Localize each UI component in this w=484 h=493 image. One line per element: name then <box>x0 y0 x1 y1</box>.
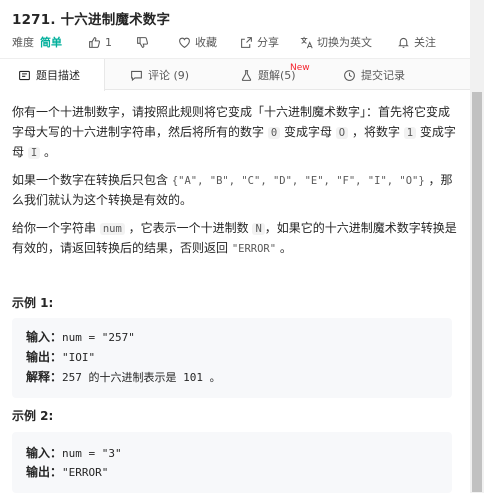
favorite-button[interactable]: 收藏 <box>178 34 217 50</box>
text-span: 母 <box>12 145 28 159</box>
inline-code: "ERROR" <box>231 243 277 255</box>
dislike-button[interactable] <box>136 36 149 49</box>
document-icon <box>18 69 31 82</box>
problem-meta-bar: 难度 简单 1 收藏 分享 切换为英文 关注 <box>12 34 436 50</box>
switch-language-label: 切换为英文 <box>317 36 372 49</box>
translate-icon <box>300 36 313 49</box>
flask-icon <box>240 69 253 82</box>
inline-code: num <box>99 223 125 235</box>
example-1-input: 输入：num = "257" <box>26 328 135 345</box>
text-span: 。 <box>276 241 292 255</box>
inline-code: 1 <box>403 127 417 139</box>
output-label: 输出： <box>26 350 63 364</box>
follow-button[interactable]: 关注 <box>397 34 436 50</box>
difficulty-label: 难度 <box>12 36 34 49</box>
bell-icon <box>397 36 410 49</box>
input-value: num = "257" <box>62 331 135 344</box>
description-line: 么我们就认为这个转换是有效的。 <box>12 192 452 209</box>
input-label: 输入： <box>26 446 63 460</box>
example-1-title: 示例 1: <box>12 296 54 310</box>
like-button[interactable]: 1 <box>88 36 112 49</box>
tab-description-label: 题目描述 <box>36 69 80 82</box>
description-line: 母 I 。 <box>12 144 452 162</box>
text-span: ，那 <box>424 173 453 187</box>
inline-code: I <box>27 147 41 159</box>
text-span: 变成字母 <box>280 125 336 139</box>
tab-comments[interactable]: 评论 (9) <box>130 59 189 91</box>
explain-value: 257 的十六进制表示是 101 。 <box>62 371 221 384</box>
thumbs-down-icon <box>136 36 149 49</box>
example-1-box: 输入：num = "257" 输出："IOI" 解释：257 的十六进制表示是 … <box>12 318 452 398</box>
output-value: "ERROR" <box>62 466 109 479</box>
input-label: 输入： <box>26 330 63 344</box>
description-line: 如果一个数字在转换后只包含 {"A", "B", "C", "D", "E", … <box>12 172 453 190</box>
description-line: 你有一个十进制数字，请按照此规则将它变成「十六进制魔术数字」：首先将它变成 <box>12 104 452 121</box>
tab-submissions-label: 提交记录 <box>361 69 405 82</box>
scrollbar-thumb[interactable] <box>472 92 482 492</box>
text-span: 你有一个十进制数字，请按照此规则将它变成「十六进制魔术数字」：首先将它变成 <box>12 105 451 119</box>
description-line: 字母大写的十六进制字符串，然后将所有的数字 0 变成字母 O ，将数字 1 变成… <box>12 124 456 142</box>
example-2-box: 输入：num = "3" 输出："ERROR" <box>12 432 452 493</box>
description-line: 给你一个字符串 num ，它表示一个十进制数 N ，如果它的十六进制魔术数字转换是 <box>12 220 457 238</box>
text-span: ，它表示一个十进制数 <box>124 221 253 235</box>
share-button[interactable]: 分享 <box>240 34 279 50</box>
text-span: ，将数字 <box>348 125 404 139</box>
input-value: num = "3" <box>62 447 122 460</box>
favorite-label: 收藏 <box>195 36 217 49</box>
new-badge: New <box>290 63 310 73</box>
tab-bar: 题目描述 评论 (9) 题解(5) New 提交记录 <box>0 58 470 91</box>
example-2-title: 示例 2: <box>12 409 54 423</box>
tab-comments-label: 评论 (9) <box>148 69 190 82</box>
share-label: 分享 <box>257 36 279 49</box>
inline-code: N <box>252 223 265 235</box>
switch-language-button[interactable]: 切换为英文 <box>300 34 372 50</box>
tab-description[interactable]: 题目描述 <box>0 59 105 91</box>
text-span: 。 <box>40 145 56 159</box>
tab-submissions[interactable]: 提交记录 <box>343 59 405 91</box>
heart-icon <box>178 36 191 49</box>
page-title: 1271. 十六进制魔术数字 <box>12 12 171 28</box>
comment-icon <box>130 69 143 82</box>
clock-icon <box>343 69 356 82</box>
description-line: 有效的，请返回转换后的结果，否则返回 "ERROR" 。 <box>12 240 452 258</box>
thumbs-up-icon <box>88 36 101 49</box>
example-2-input: 输入：num = "3" <box>26 444 122 461</box>
example-1-explanation: 解释：257 的十六进制表示是 101 。 <box>26 368 221 385</box>
text-span: 有效的，请返回转换后的结果，否则返回 <box>12 241 232 255</box>
inline-code: O <box>335 127 349 139</box>
text-span: 如果一个数字在转换后只包含 <box>12 173 172 187</box>
text-span: 么我们就认为这个转换是有效的。 <box>12 193 193 207</box>
example-2-output: 输出："ERROR" <box>26 463 108 480</box>
output-label: 输出： <box>26 465 63 479</box>
problem-header: 1271. 十六进制魔术数字 难度 简单 1 收藏 分享 切换为英文 关注 <box>0 0 470 58</box>
inline-code: 0 <box>267 127 281 139</box>
explain-label: 解释： <box>26 370 63 384</box>
text-span: 给你一个字符串 <box>12 221 100 235</box>
tab-solutions[interactable]: 题解(5) <box>240 59 296 91</box>
text-span: ，如果它的十六进制魔术数字转换是 <box>264 221 457 235</box>
like-count: 1 <box>105 35 112 49</box>
inline-code: {"A", "B", "C", "D", "E", "F", "I", "O"} <box>171 175 425 187</box>
follow-label: 关注 <box>414 36 436 49</box>
text-span: 字母大写的十六进制字符串，然后将所有的数字 <box>12 125 268 139</box>
text-span: 变成字 <box>416 125 456 139</box>
output-value: "IOI" <box>62 351 96 364</box>
example-1-output: 输出："IOI" <box>26 348 95 365</box>
difficulty-badge: 简单 <box>40 36 62 49</box>
share-icon <box>240 36 253 49</box>
